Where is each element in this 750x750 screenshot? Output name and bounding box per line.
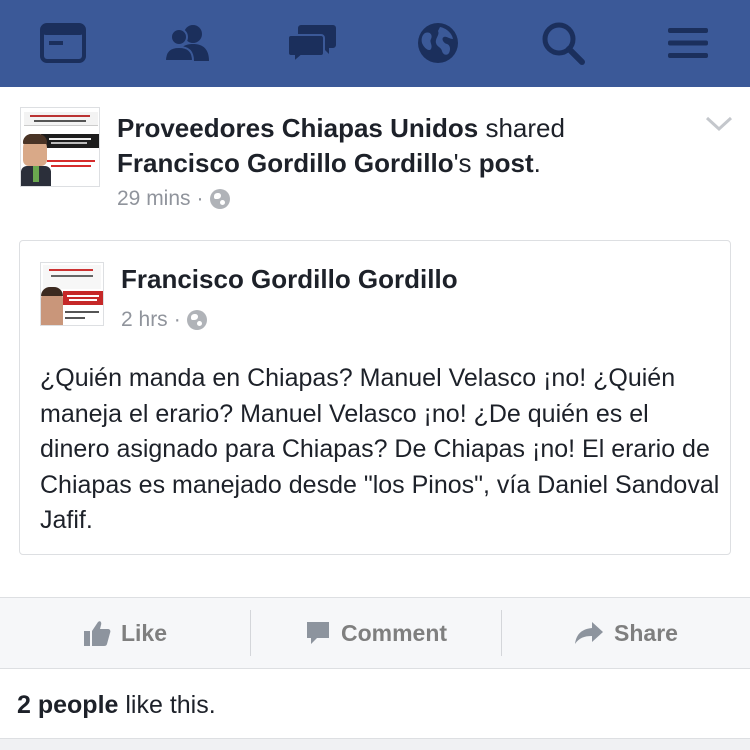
comment-label: Comment (340, 619, 448, 646)
shared-post-text: ¿Quién manda en Chiapas? Manuel Velasco … (40, 364, 720, 534)
share-arrow-icon (575, 622, 604, 644)
menu-icon[interactable] (663, 20, 713, 66)
messages-icon[interactable] (287, 20, 337, 66)
possessive: 's (453, 148, 479, 178)
public-globe-icon (186, 310, 207, 330)
avatar-image (21, 108, 99, 186)
post-link[interactable]: post (479, 148, 534, 178)
like-label: Like (120, 619, 168, 646)
comment-icon (306, 622, 329, 644)
chevron-down-icon[interactable] (704, 114, 734, 134)
shared-meta-separator: · (173, 308, 181, 331)
public-globe-icon (209, 189, 230, 209)
likes-count[interactable]: 2 people (17, 691, 118, 719)
feed-divider (0, 738, 750, 750)
shared-post-card[interactable]: Francisco Gordillo Gordillo 2 hrs · ¿Qui… (19, 240, 731, 555)
shared-author-avatar[interactable] (40, 262, 104, 326)
shared-post-meta: 2 hrs · (121, 307, 207, 333)
likes-text: 2 people like this. (17, 691, 216, 720)
post-timestamp[interactable]: 29 mins (117, 187, 191, 211)
post-header: Proveedores Chiapas Unidos shared Franci… (117, 111, 677, 181)
shared-author-name[interactable]: Francisco Gordillo Gordillo (121, 264, 458, 295)
share-label: Share (614, 619, 678, 646)
page-name-link[interactable]: Proveedores Chiapas Unidos (117, 113, 478, 143)
comment-button[interactable]: Comment (251, 598, 501, 668)
share-button[interactable]: Share (502, 598, 750, 668)
shared-timestamp[interactable]: 2 hrs (121, 308, 168, 332)
post-meta: 29 mins · (117, 186, 230, 212)
post-actions-bar: Like Comment Share (0, 597, 750, 669)
likes-suffix: like this. (118, 691, 216, 719)
page-avatar[interactable] (20, 107, 100, 187)
shared-word: shared (478, 113, 565, 143)
news-feed-icon[interactable] (38, 20, 88, 66)
meta-separator: · (196, 187, 204, 210)
top-navigation-bar (0, 0, 750, 87)
like-button[interactable]: Like (0, 598, 250, 668)
thumbs-up-icon (83, 621, 111, 646)
feed-post: Proveedores Chiapas Unidos shared Franci… (0, 87, 750, 597)
original-author-link[interactable]: Francisco Gordillo Gordillo (117, 148, 454, 178)
period: . (533, 148, 541, 178)
friends-icon[interactable] (163, 20, 213, 66)
notifications-globe-icon[interactable] (413, 20, 463, 66)
search-icon[interactable] (538, 20, 588, 66)
